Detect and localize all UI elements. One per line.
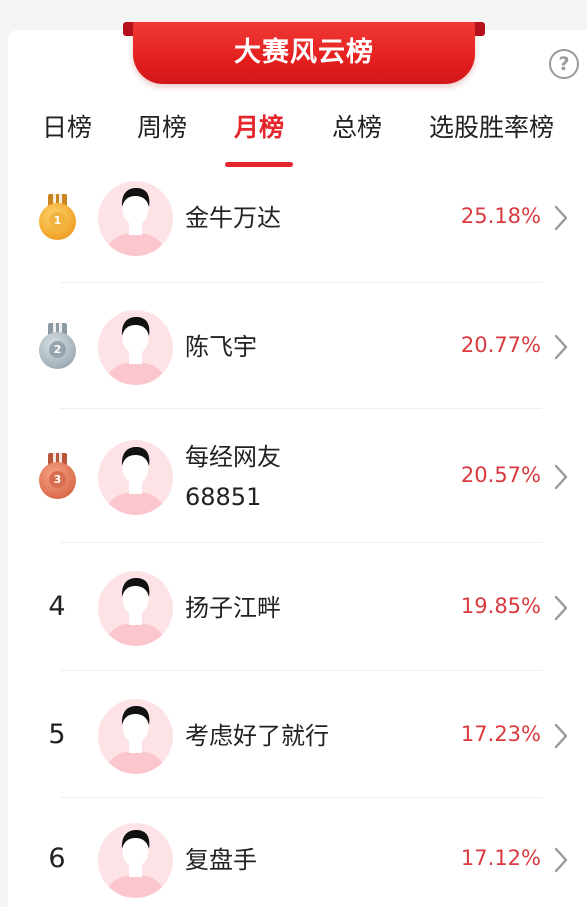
leaderboard-banner: 大赛风云榜	[123, 0, 485, 86]
user-name: 金牛万达	[185, 198, 281, 238]
avatar[interactable]	[98, 823, 173, 898]
tab-daily[interactable]: 日榜	[42, 108, 92, 144]
win-rate: 17.23%	[460, 722, 541, 746]
avatar[interactable]	[98, 440, 173, 515]
user-name-line: 扬子江畔	[185, 594, 281, 622]
ranking-row[interactable]: 1 金牛万达 25.18%	[0, 168, 587, 283]
win-rate: 20.77%	[460, 333, 541, 357]
avatar[interactable]	[98, 310, 173, 385]
banner-title: 大赛风云榜	[234, 37, 374, 68]
user-name-line: 金牛万达	[185, 204, 281, 232]
avatar[interactable]	[98, 181, 173, 256]
chevron-right-icon[interactable]	[551, 463, 571, 491]
user-name: 每经网友 68851	[185, 437, 281, 517]
avatar[interactable]	[98, 571, 173, 646]
avatar[interactable]	[98, 699, 173, 774]
win-rate: 20.57%	[460, 463, 541, 487]
ranking-row[interactable]: 2 陈飞宇 20.77%	[0, 283, 587, 409]
rank-number: 5	[48, 719, 66, 750]
rank-number: 6	[48, 843, 66, 874]
user-name-line: 陈飞宇	[185, 333, 257, 361]
user-name: 陈飞宇	[185, 327, 257, 367]
tab-weekly[interactable]: 周榜	[137, 108, 187, 144]
user-name-line: 复盘手	[185, 846, 257, 874]
user-name-line: 考虑好了就行	[185, 722, 329, 750]
tab-stock-win-rate[interactable]: 选股胜率榜	[429, 108, 554, 144]
period-tabs: 日榜 周榜 月榜 总榜 选股胜率榜	[0, 108, 587, 168]
win-rate: 25.18%	[460, 204, 541, 228]
chevron-right-icon[interactable]	[551, 594, 571, 622]
ranking-row[interactable]: 5 考虑好了就行 17.23%	[0, 671, 587, 798]
silver-medal-icon: 2	[39, 323, 76, 369]
bronze-medal-icon: 3	[39, 453, 76, 499]
ranking-row[interactable]: 6 复盘手 17.12%	[0, 798, 587, 907]
chevron-right-icon[interactable]	[551, 846, 571, 874]
gold-medal-icon: 1	[39, 194, 76, 240]
user-name: 复盘手	[185, 840, 257, 880]
rank-number: 4	[48, 591, 66, 622]
chevron-right-icon[interactable]	[551, 333, 571, 361]
chevron-right-icon[interactable]	[551, 204, 571, 232]
win-rate: 19.85%	[460, 594, 541, 618]
ranking-row[interactable]: 4 扬子江畔 19.85%	[0, 543, 587, 671]
question-circle-icon[interactable]: ?	[549, 49, 579, 79]
user-name-line: 68851	[185, 483, 262, 511]
tab-overall[interactable]: 总榜	[332, 108, 382, 144]
tab-monthly[interactable]: 月榜	[225, 108, 293, 167]
win-rate: 17.12%	[460, 846, 541, 870]
user-name-line: 每经网友	[185, 443, 281, 471]
user-name: 考虑好了就行	[185, 716, 329, 756]
user-name: 扬子江畔	[185, 588, 281, 628]
ranking-row[interactable]: 3 每经网友 68851 20.57%	[0, 409, 587, 543]
chevron-right-icon[interactable]	[551, 722, 571, 750]
active-tab-indicator	[225, 162, 293, 167]
